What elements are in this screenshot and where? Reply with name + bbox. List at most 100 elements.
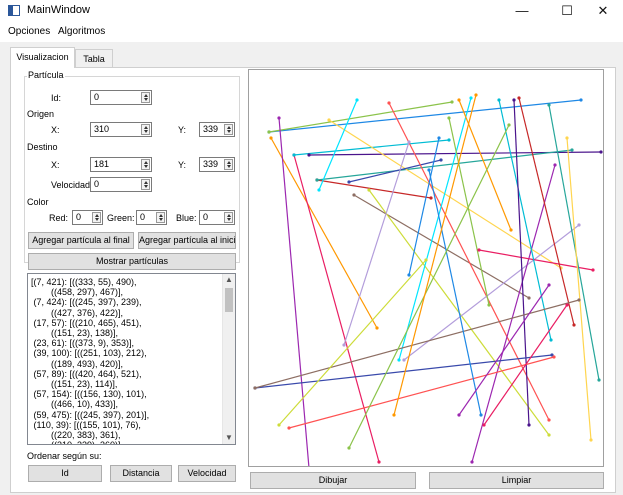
particle-point — [377, 460, 381, 464]
maximize-icon[interactable]: ☐ — [551, 0, 583, 22]
particle-line — [388, 102, 550, 421]
spin-arrows-icon[interactable] — [224, 212, 233, 223]
spin-arrows-icon[interactable] — [224, 159, 233, 170]
drawing-canvas[interactable] — [248, 69, 604, 470]
id-label: Id: — [51, 93, 62, 103]
particle-point — [277, 423, 281, 427]
destino-x-value: 181 — [94, 159, 110, 169]
destino-x-spinbox[interactable]: 181 — [90, 157, 152, 172]
velocidad-spinbox[interactable]: 0 — [90, 177, 152, 192]
particle-point — [269, 136, 273, 140]
particle-point — [457, 413, 461, 417]
blue-value: 0 — [203, 212, 209, 222]
tab-visualizacion[interactable]: Visualizacion — [10, 47, 75, 68]
color-title: Color — [27, 197, 49, 207]
particle-point — [347, 446, 351, 450]
particle-line — [270, 137, 378, 329]
scroll-up-icon[interactable]: ▲ — [223, 274, 235, 286]
scroll-thumb[interactable] — [225, 288, 233, 312]
menu-opciones[interactable]: Opciones — [8, 26, 50, 37]
particle-point — [327, 118, 331, 122]
sort-velocidad-button[interactable]: Velocidad — [178, 465, 236, 482]
particle-point — [547, 418, 551, 422]
particle-line — [268, 99, 582, 133]
particle-point — [447, 138, 451, 142]
sort-id-button[interactable]: Id — [28, 465, 102, 482]
particle-point — [579, 98, 583, 102]
vertical-scrollbar[interactable]: ▲ ▼ — [222, 274, 235, 444]
id-spinbox[interactable]: 0 — [90, 90, 152, 105]
origen-y-value: 339 — [203, 124, 219, 134]
particula-title: Partícula — [27, 70, 65, 80]
spin-arrows-icon[interactable] — [141, 92, 150, 103]
output-textarea[interactable]: [(7, 421): [((333, 55), 490), ((458, 297… — [27, 273, 236, 445]
spin-arrows-icon[interactable] — [224, 124, 233, 135]
sort-distancia-button[interactable]: Distancia — [110, 465, 172, 482]
particle-point — [597, 378, 601, 382]
green-label: Green: — [107, 213, 135, 223]
particle-point — [277, 116, 281, 120]
particle-point — [317, 188, 321, 192]
blue-label: Blue: — [176, 213, 197, 223]
origen-y-spinbox[interactable]: 339 — [199, 122, 235, 137]
particle-point — [253, 386, 257, 390]
red-spinbox[interactable]: 0 — [72, 210, 103, 225]
particle-point — [577, 298, 581, 302]
menu-algoritmos[interactable]: Algoritmos — [58, 26, 105, 37]
origen-title: Origen — [27, 109, 55, 119]
particle-point — [512, 98, 516, 102]
ordenar-label: Ordenar según su: — [27, 451, 102, 461]
output-text: [(7, 421): [((333, 55), 490), ((458, 297… — [31, 277, 150, 444]
particle-point — [367, 188, 371, 192]
particle-point — [392, 413, 396, 417]
particle-line — [316, 179, 432, 199]
mostrar-button[interactable]: Mostrar partículas — [28, 253, 236, 270]
particle-line — [518, 97, 575, 326]
particle-point — [407, 140, 411, 144]
particle-point — [352, 193, 356, 197]
spin-arrows-icon[interactable] — [92, 212, 101, 223]
destino-x-label: X: — [51, 160, 60, 170]
green-spinbox[interactable]: 0 — [136, 210, 167, 225]
particle-point — [424, 258, 428, 262]
destino-y-spinbox[interactable]: 339 — [199, 157, 235, 172]
scroll-down-icon[interactable]: ▼ — [223, 432, 235, 444]
particle-point — [552, 355, 556, 359]
tab-tabla[interactable]: Tabla — [75, 49, 113, 67]
particle-point — [402, 358, 406, 362]
particle-point — [572, 323, 576, 327]
particle-point — [497, 98, 501, 102]
spin-arrows-icon[interactable] — [141, 179, 150, 190]
particle-point — [439, 158, 443, 162]
origen-x-value: 310 — [94, 124, 110, 134]
particle-point — [527, 423, 531, 427]
blue-spinbox[interactable]: 0 — [199, 210, 235, 225]
dibujar-button[interactable]: Dibujar — [250, 472, 416, 489]
agregar-inicio-button[interactable]: Agregar partícula al inicio — [138, 232, 236, 249]
limpiar-button[interactable]: Limpiar — [429, 472, 604, 489]
particle-point — [599, 150, 603, 154]
particle-point — [547, 283, 551, 287]
particle-point — [287, 426, 291, 430]
spin-arrows-icon[interactable] — [141, 124, 150, 135]
origen-x-spinbox[interactable]: 310 — [90, 122, 152, 137]
particle-point — [509, 228, 513, 232]
particle-point — [307, 153, 311, 157]
agregar-final-button[interactable]: Agregar partícula al final — [28, 232, 134, 249]
particle-point — [565, 303, 569, 307]
particle-point — [347, 180, 351, 184]
particle-point — [577, 223, 581, 227]
particle-point — [397, 358, 401, 362]
particle-point — [292, 153, 296, 157]
particle-point — [482, 423, 486, 427]
close-icon[interactable]: ✕ — [587, 0, 619, 22]
minimize-icon[interactable]: — — [506, 0, 538, 22]
particle-point — [479, 413, 483, 417]
spin-arrows-icon[interactable] — [156, 212, 165, 223]
particle-line — [448, 117, 490, 306]
particle-line — [278, 117, 310, 469]
destino-y-label: Y: — [178, 160, 187, 170]
particle-point — [487, 303, 491, 307]
spin-arrows-icon[interactable] — [141, 159, 150, 170]
particle-point — [407, 273, 411, 277]
